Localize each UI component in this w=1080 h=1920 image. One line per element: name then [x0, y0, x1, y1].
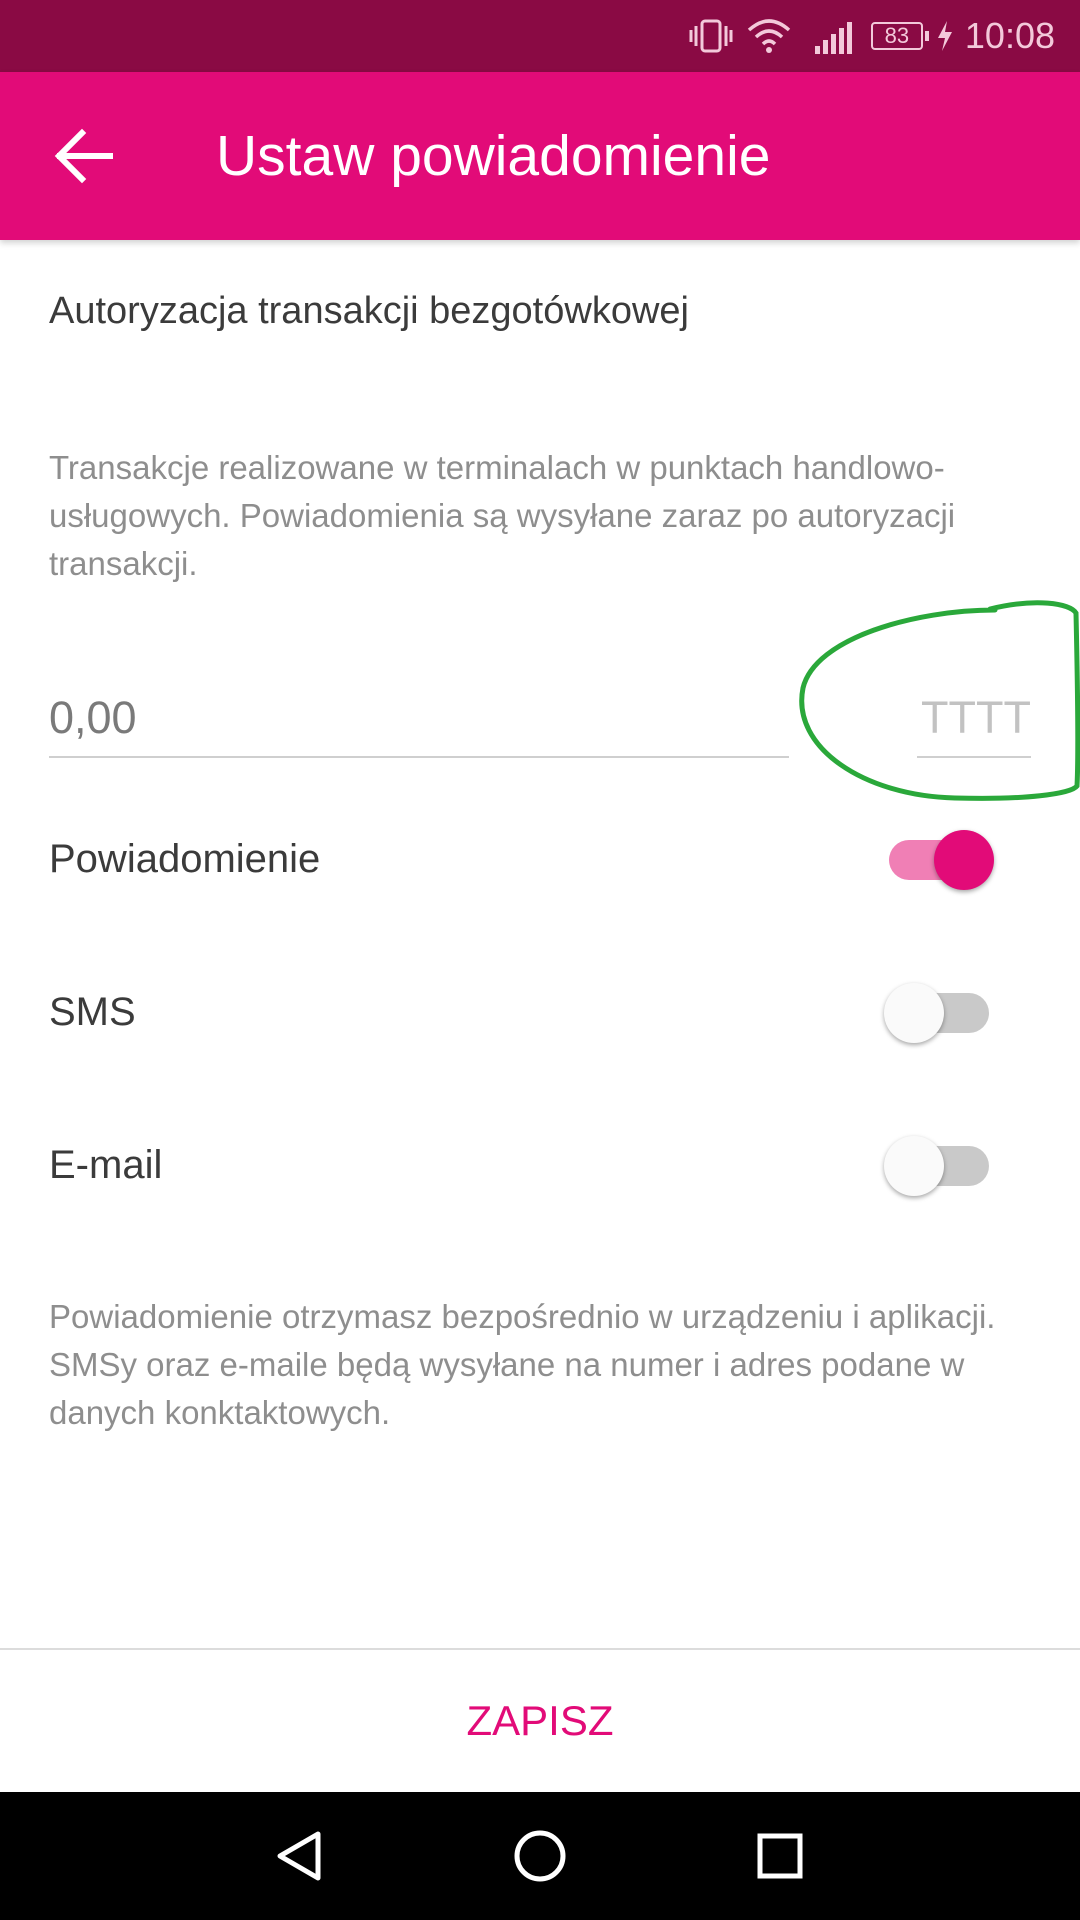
status-time: 10:08 [964, 15, 1055, 56]
signal-icon [814, 22, 852, 54]
vibrate-icon [689, 19, 733, 53]
arrow-left-icon [54, 128, 113, 184]
section-title: Autoryzacja transakcji bezgotówkowej [49, 290, 689, 332]
nav-back-button[interactable] [250, 1806, 350, 1906]
status-icons: 83 10:08 [689, 0, 1080, 72]
currency-input[interactable] [917, 680, 1031, 758]
page-title: Ustaw powiadomienie [216, 124, 771, 188]
sms-toggle[interactable] [884, 983, 989, 1043]
nav-home-button[interactable] [490, 1806, 590, 1906]
switch-thumb [884, 983, 944, 1043]
battery-level: 83 [884, 23, 910, 48]
navigation-bar [0, 1792, 1080, 1920]
nav-recents-button[interactable] [730, 1806, 830, 1906]
transaction-description: Transakcje realizowane w terminalach w p… [49, 449, 956, 582]
switch-thumb [934, 830, 994, 890]
battery-icon: 83 [870, 22, 929, 50]
sms-label: SMS [49, 990, 136, 1034]
nav-back-icon [277, 1831, 321, 1881]
notification-label: Powiadomienie [49, 837, 321, 881]
nav-home-icon [514, 1830, 566, 1882]
status-bar: 83 10:08 [0, 0, 1080, 72]
switch-thumb [884, 1136, 944, 1196]
save-button[interactable]: ZAPISZ [0, 1650, 1080, 1792]
back-button[interactable] [44, 116, 124, 196]
email-toggle[interactable] [884, 1136, 989, 1196]
notification-toggle[interactable] [889, 830, 994, 890]
nav-recents-icon [757, 1833, 803, 1879]
amount-input[interactable] [49, 680, 789, 758]
wifi-icon [747, 19, 791, 53]
email-label: E-mail [49, 1143, 163, 1187]
charging-icon [937, 21, 952, 51]
footer-note: Powiadomienie otrzymasz bezpośrednio w u… [49, 1298, 996, 1431]
app-bar: Ustaw powiadomienie [0, 72, 1080, 240]
